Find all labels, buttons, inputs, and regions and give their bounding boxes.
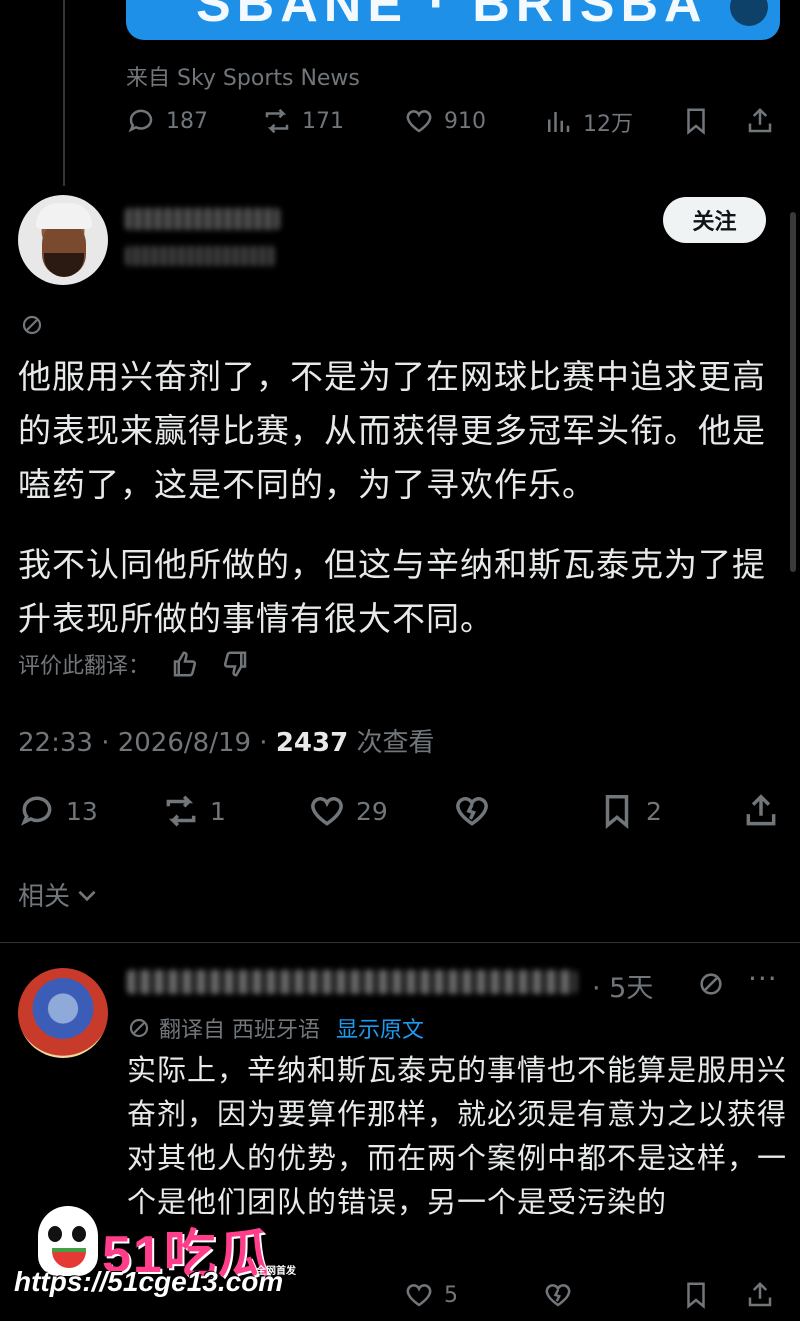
avatar-cap: [36, 203, 92, 229]
reply-like-button[interactable]: 5: [404, 1280, 458, 1310]
bookmark-count: 2: [646, 796, 662, 826]
quoted-media[interactable]: SBANE · BRISBA: [126, 0, 780, 40]
reply-text: 实际上，辛纳和斯瓦泰克的事情也不能算是服用兴奋剂，因为要算作那样，就必须是有意为…: [127, 1053, 788, 1219]
share-button[interactable]: [742, 792, 780, 830]
broken-heart-icon: [456, 797, 488, 826]
quoted-reply-count: 187: [166, 108, 208, 134]
reply-icon: [128, 109, 153, 133]
watermark-url: https://51cge13.com: [14, 1266, 284, 1297]
repost-icon: [166, 795, 196, 827]
quoted-view-count: 12万: [583, 112, 633, 137]
repost-icon: [265, 108, 289, 134]
tweet-timestamp[interactable]: 22:33 · 2026/8/19 ·: [18, 728, 276, 758]
tweet-text-paragraph-1: 他服用兴奋剂了，不是为了在网球比赛中追求更高的表现来赢得比赛，从而获得更多冠军头…: [18, 357, 766, 504]
quoted-reply-button[interactable]: 187: [126, 106, 208, 136]
dislike-button[interactable]: [453, 792, 491, 830]
tweet-views-label: 次查看: [348, 728, 435, 758]
author-handle-redacted[interactable]: [125, 246, 275, 266]
thumbs-up-icon[interactable]: [170, 649, 200, 679]
views-icon: [548, 112, 570, 132]
show-original-link[interactable]: 显示原文: [336, 1012, 424, 1044]
tweet-meta: 22:33 · 2026/8/19 · 2437 次查看: [18, 722, 434, 759]
rate-translation: 评价此翻译：: [18, 648, 250, 680]
quoted-views-button[interactable]: 12万: [543, 106, 633, 138]
tweet-view-count: 2437: [275, 728, 349, 758]
tweet-detail-page: SBANE · BRISBA 来自 Sky Sports News 187 17…: [0, 0, 800, 1321]
like-button[interactable]: 29: [308, 792, 388, 830]
like-count: 29: [356, 796, 388, 826]
translated-notice: 翻译自 西班牙语 显示原文: [127, 1012, 424, 1044]
quoted-repost-count: 171: [302, 108, 344, 134]
repost-count: 1: [210, 796, 226, 826]
share-icon: [748, 1281, 772, 1307]
broken-heart-icon: [545, 1284, 571, 1307]
reply-button[interactable]: 13: [18, 792, 98, 830]
rate-translation-label: 评价此翻译：: [18, 654, 151, 679]
bookmark-button[interactable]: 2: [598, 792, 662, 830]
reply-bookmark-button[interactable]: [681, 1280, 711, 1310]
watermark: 51吃瓜 全网首发 https://51cge13.com: [14, 1200, 314, 1310]
quoted-bookmark-button[interactable]: [681, 106, 711, 136]
reply-share-button[interactable]: [745, 1280, 775, 1310]
thumbs-down-icon[interactable]: [220, 649, 250, 679]
reply-author-redacted[interactable]: [127, 970, 577, 994]
section-divider: [0, 942, 800, 943]
grok-icon[interactable]: [20, 313, 44, 337]
mute-icon[interactable]: [730, 0, 768, 26]
quoted-like-count: 910: [444, 108, 486, 134]
author-name-redacted[interactable]: [125, 208, 280, 230]
related-toggle[interactable]: 相关: [18, 876, 100, 913]
share-icon: [746, 794, 776, 826]
related-label: 相关: [18, 882, 71, 912]
reply-like-count: 5: [444, 1282, 458, 1308]
bookmark-icon: [687, 108, 705, 135]
follow-button[interactable]: 关注: [663, 197, 766, 243]
reply-author-avatar[interactable]: [18, 968, 108, 1058]
source-label: 来自 Sky Sports News: [126, 66, 360, 91]
more-options-icon[interactable]: ···: [748, 962, 778, 995]
heart-icon: [311, 797, 343, 826]
quoted-repost-button[interactable]: 171: [262, 106, 344, 136]
tweet-text-paragraph-2: 我不认同他所做的，但这与辛纳和斯瓦泰克为了提升表现所做的事情有很大不同。: [18, 545, 766, 638]
avatar-beard: [44, 253, 84, 277]
quoted-like-button[interactable]: 910: [404, 106, 486, 136]
heart-icon: [406, 110, 432, 133]
bookmark-icon: [605, 795, 629, 829]
repost-button[interactable]: 1: [162, 792, 226, 830]
reply-count: 13: [66, 796, 98, 826]
chevron-down-icon: [78, 890, 96, 901]
reply-icon: [20, 796, 52, 826]
share-icon: [748, 107, 772, 133]
media-text: SBANE · BRISBA: [196, 0, 708, 33]
author-avatar[interactable]: [18, 195, 108, 285]
quoted-share-button[interactable]: [745, 106, 775, 136]
translated-label: 翻译自 西班牙语: [159, 1018, 320, 1043]
reply-time: · 5天: [592, 973, 654, 1004]
thread-line: [63, 0, 65, 186]
translate-icon: [127, 1016, 151, 1040]
bookmark-icon: [687, 1282, 705, 1309]
scrollbar[interactable]: [790, 212, 796, 572]
reply-dislike-button[interactable]: [543, 1280, 573, 1310]
heart-icon: [406, 1284, 432, 1307]
reply-grok-icon[interactable]: [697, 970, 725, 998]
